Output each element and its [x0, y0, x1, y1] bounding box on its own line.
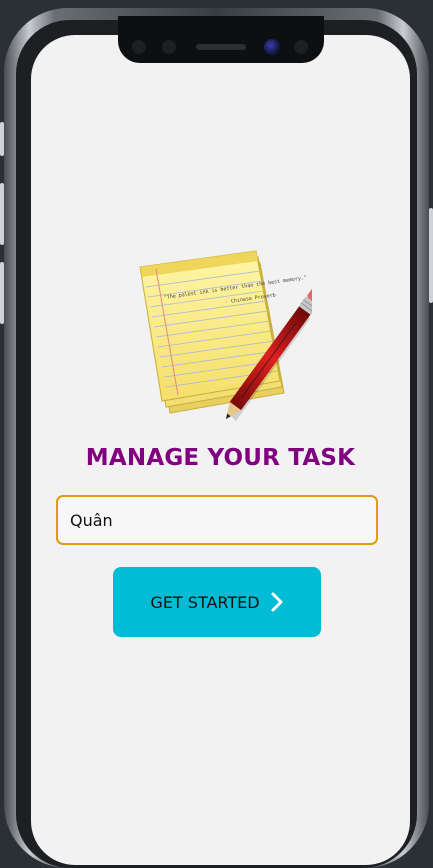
page-title: MANAGE YOUR TASK [85, 445, 356, 471]
get-started-label: GET STARTED [150, 592, 260, 612]
phone-frame: "The palest ink is better than the best … [4, 8, 429, 868]
notch-sensor-icon [162, 40, 176, 54]
device-side-button-right [429, 208, 433, 303]
app-screen: "The palest ink is better than the best … [31, 35, 410, 865]
notch-sensor-icon [132, 40, 146, 54]
chevron-right-icon [271, 592, 283, 612]
phone-notch [118, 16, 324, 63]
name-input[interactable] [56, 495, 378, 545]
front-camera-icon [264, 39, 280, 55]
notch-sensor-icon [294, 40, 308, 54]
get-started-button[interactable]: GET STARTED [113, 567, 321, 637]
notch-speaker [196, 44, 246, 50]
notepad-pencil-icon: "The palest ink is better than the best … [139, 250, 312, 421]
